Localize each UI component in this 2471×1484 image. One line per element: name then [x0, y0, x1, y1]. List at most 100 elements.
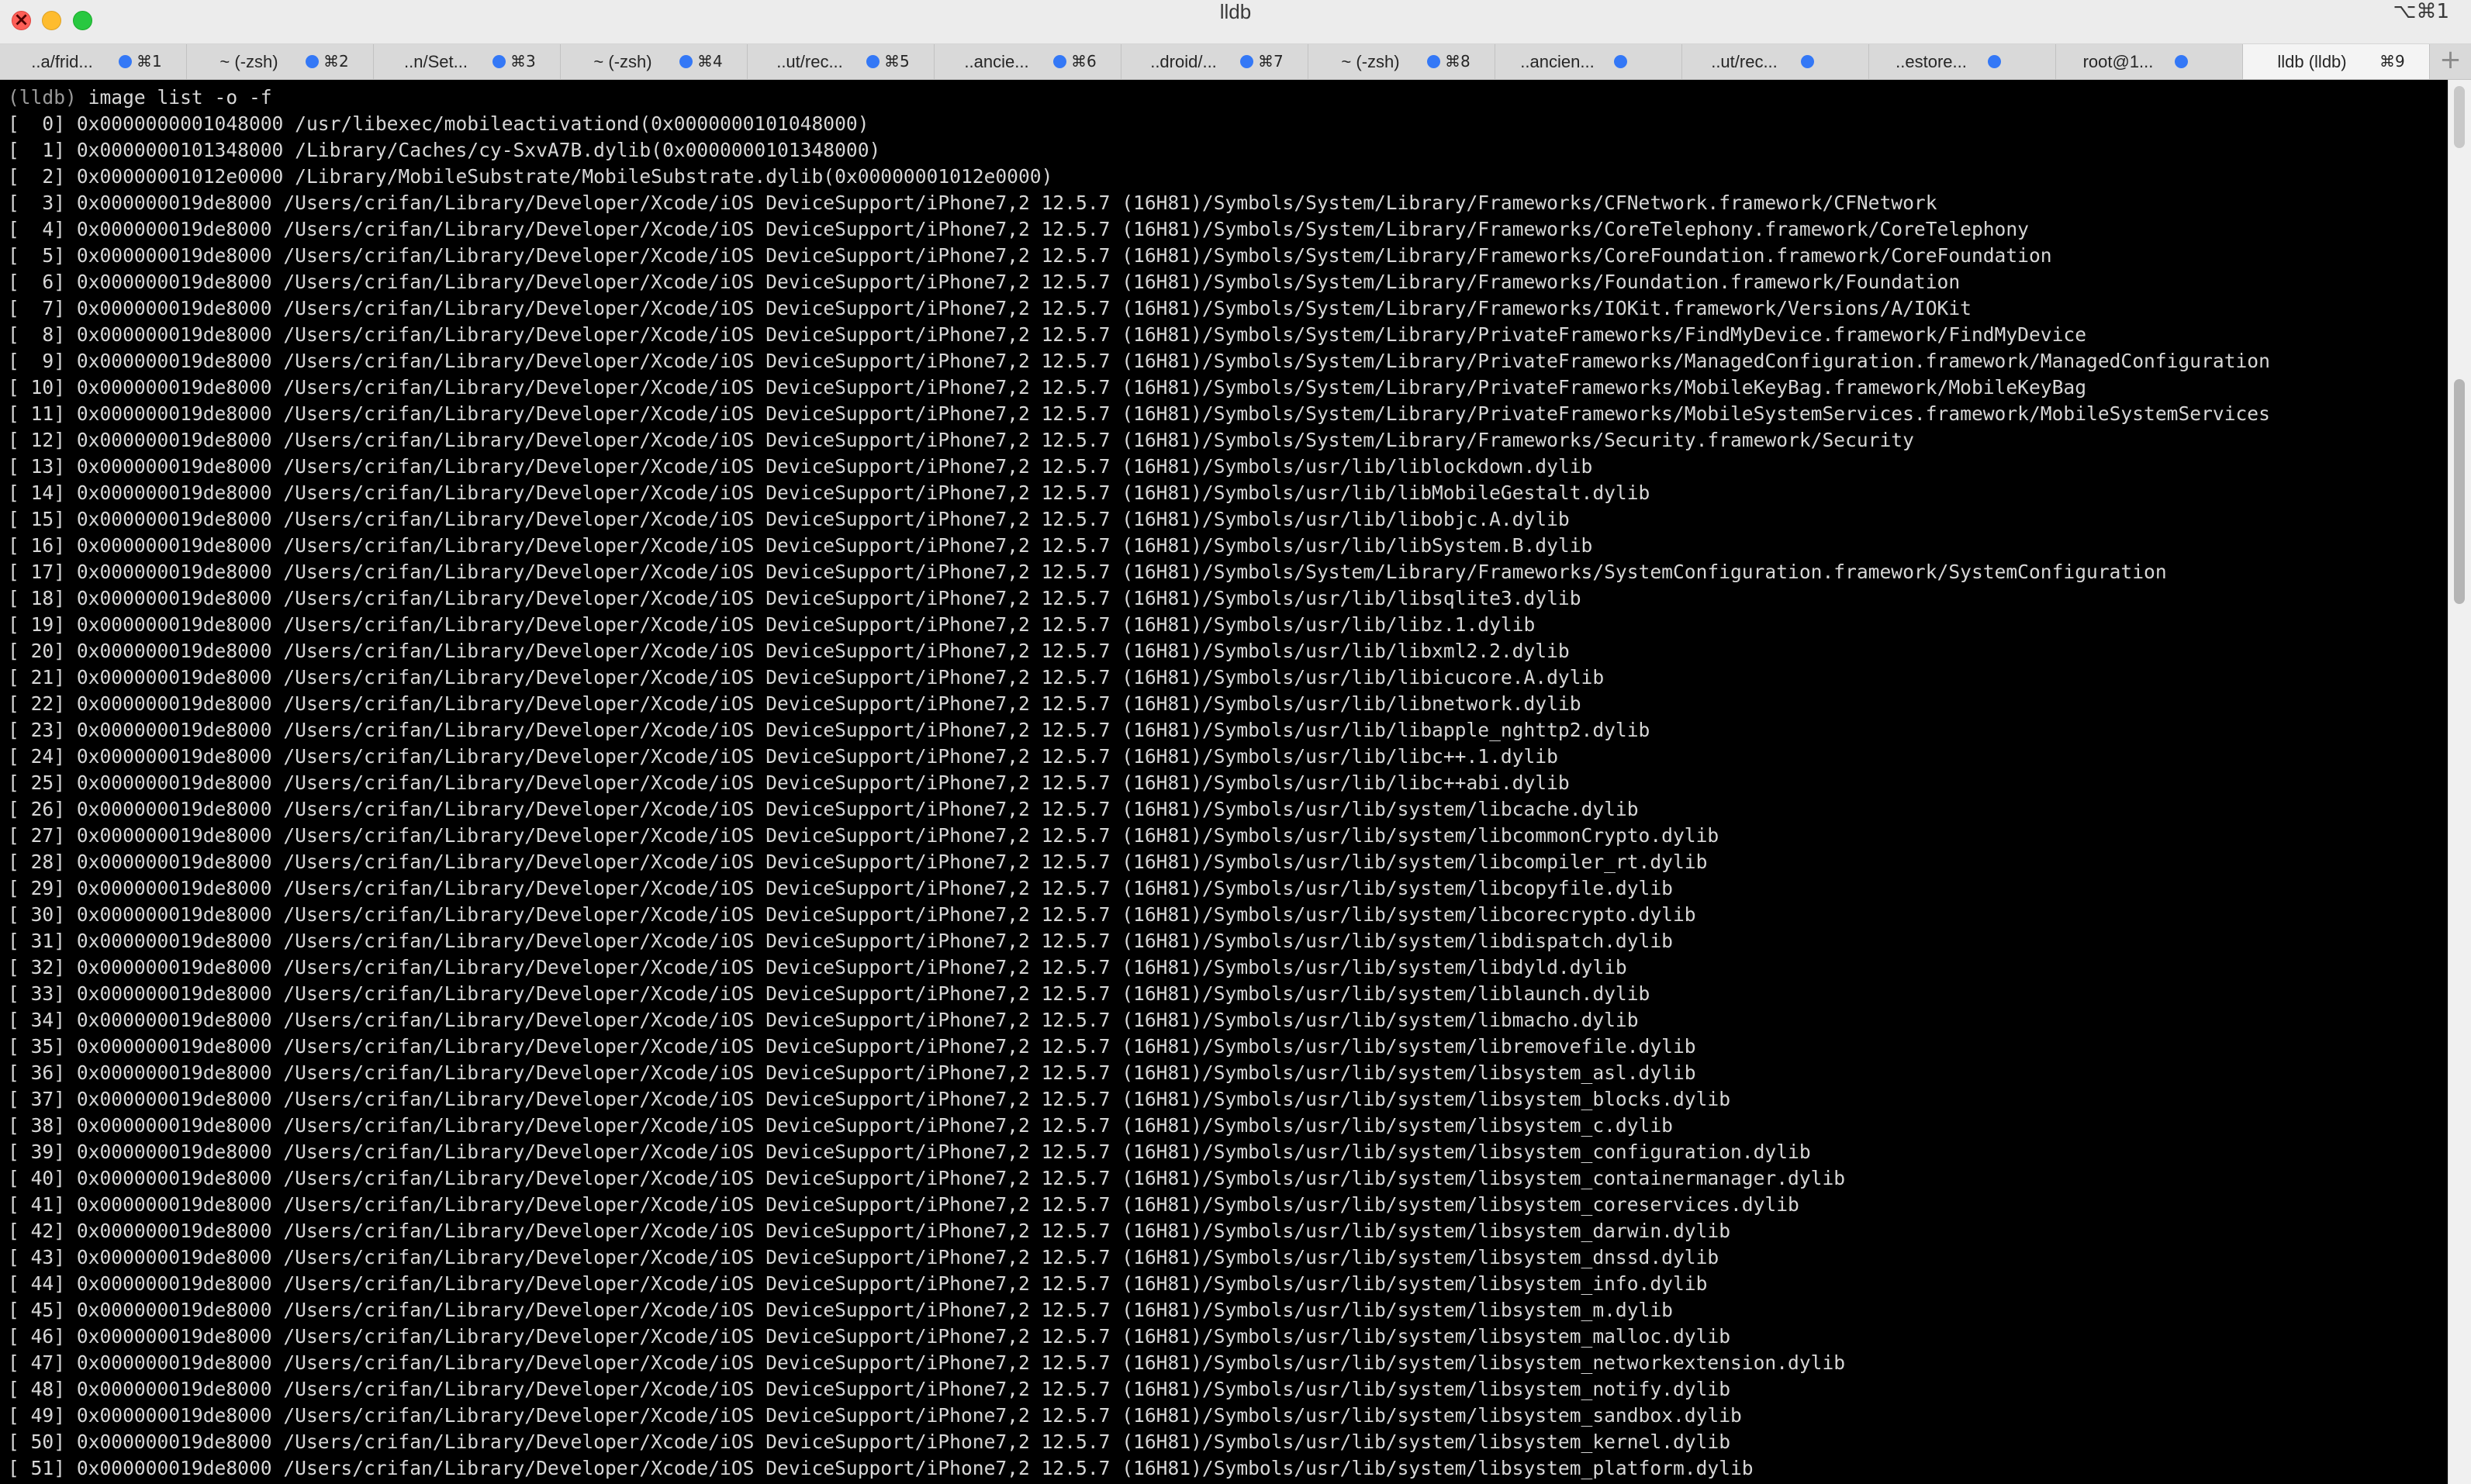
tab-6[interactable]: ..ancie... ⌘6	[935, 44, 1121, 79]
tab-title: ~ (-zsh)	[219, 52, 278, 71]
zoom-window-button[interactable]	[73, 11, 92, 30]
tab-shortcut	[1632, 44, 1672, 79]
scrollbar[interactable]	[2448, 80, 2471, 1484]
tab-activity-dot-icon	[119, 55, 132, 68]
tab-title: lldb (lldb)	[2277, 52, 2347, 71]
tab-activity-dot-icon	[492, 55, 506, 68]
output-line: [ 17] 0x000000019de8000 /Users/crifan/Li…	[8, 561, 2167, 583]
new-tab-button[interactable]: +	[2430, 44, 2471, 79]
title-bar[interactable]: lldb ⌥⌘1	[0, 0, 2471, 44]
output-line: [ 49] 0x000000019de8000 /Users/crifan/Li…	[8, 1404, 1742, 1427]
output-line: [ 34] 0x000000019de8000 /Users/crifan/Li…	[8, 1009, 1639, 1031]
tab-shortcut: ⌘7	[1258, 52, 1284, 71]
tab-shortcut: ⌘9	[2379, 52, 2405, 71]
output-line: [ 22] 0x000000019de8000 /Users/crifan/Li…	[8, 692, 1581, 715]
output-line: [ 48] 0x000000019de8000 /Users/crifan/Li…	[8, 1378, 1731, 1400]
tab-11[interactable]: ..estore...	[1869, 44, 2056, 79]
minimize-window-button[interactable]	[42, 11, 61, 30]
tab-shortcut: ⌘5	[884, 52, 910, 71]
tab-5[interactable]: ..ut/rec... ⌘5	[748, 44, 935, 79]
tab-activity-dot-icon	[1614, 55, 1627, 68]
tab-2[interactable]: ~ (-zsh) ⌘2	[187, 44, 374, 79]
output-line: [ 47] 0x000000019de8000 /Users/crifan/Li…	[8, 1351, 1846, 1374]
tab-activity-dot-icon	[306, 55, 319, 68]
tab-title: ~ (-zsh)	[593, 52, 652, 71]
output-line: [ 15] 0x000000019de8000 /Users/crifan/Li…	[8, 508, 1570, 530]
window-title: lldb	[1219, 0, 1252, 23]
tab-activity-dot-icon	[1427, 55, 1440, 68]
output-line: [ 29] 0x000000019de8000 /Users/crifan/Li…	[8, 877, 1673, 899]
output-line: [ 30] 0x000000019de8000 /Users/crifan/Li…	[8, 903, 1696, 926]
tab-13[interactable]: lldb (lldb) ⌘9	[2243, 44, 2430, 79]
tab-12[interactable]: root@1...	[2056, 44, 2243, 79]
output-line: [ 37] 0x000000019de8000 /Users/crifan/Li…	[8, 1088, 1731, 1110]
output-line: [ 44] 0x000000019de8000 /Users/crifan/Li…	[8, 1272, 1708, 1295]
output-line: [ 10] 0x000000019de8000 /Users/crifan/Li…	[8, 376, 2087, 399]
output-line: [ 36] 0x000000019de8000 /Users/crifan/Li…	[8, 1061, 1696, 1084]
output-line: [ 35] 0x000000019de8000 /Users/crifan/Li…	[8, 1035, 1696, 1058]
tab-title: ..estore...	[1896, 52, 1967, 71]
output-line: [ 32] 0x000000019de8000 /Users/crifan/Li…	[8, 956, 1627, 978]
tab-9[interactable]: ..ancien...	[1495, 44, 1682, 79]
output-line: [ 26] 0x000000019de8000 /Users/crifan/Li…	[8, 798, 1639, 820]
output-line: [ 1] 0x0000000101348000 /Library/Caches/…	[8, 139, 881, 161]
tab-activity-dot-icon	[866, 55, 880, 68]
output-line: [ 38] 0x000000019de8000 /Users/crifan/Li…	[8, 1114, 1673, 1137]
tab-shortcut: ⌘1	[137, 52, 162, 71]
tab-shortcut	[2193, 44, 2233, 79]
tab-shortcut: ⌘2	[323, 52, 349, 71]
scrollbar-thumb[interactable]	[2454, 379, 2465, 604]
output-line: [ 27] 0x000000019de8000 /Users/crifan/Li…	[8, 824, 1719, 847]
tab-activity-dot-icon	[1053, 55, 1066, 68]
output-line: [ 4] 0x000000019de8000 /Users/crifan/Lib…	[8, 218, 2029, 240]
output-line: [ 31] 0x000000019de8000 /Users/crifan/Li…	[8, 930, 1673, 952]
tab-title: ..n/Set...	[404, 52, 468, 71]
close-window-button[interactable]	[12, 9, 31, 30]
tab-title: ..a/frid...	[31, 52, 93, 71]
tab-bar: ..a/frid... ⌘1 ~ (-zsh) ⌘2 ..n/Set... ⌘3 ~ (-z…	[0, 44, 2471, 80]
tab-activity-dot-icon	[1988, 55, 2001, 68]
terminal-window: lldb ⌥⌘1 ..a/frid... ⌘1 ~ (-zsh) ⌘2 ..n/Set.…	[0, 0, 2471, 1484]
output-line: [ 20] 0x000000019de8000 /Users/crifan/Li…	[8, 640, 1570, 662]
tab-activity-dot-icon	[1240, 55, 1253, 68]
tab-3[interactable]: ..n/Set... ⌘3	[374, 44, 561, 79]
tab-10[interactable]: ..ut/rec...	[1682, 44, 1869, 79]
output-line: [ 42] 0x000000019de8000 /Users/crifan/Li…	[8, 1220, 1731, 1242]
scrollbar-top-thumb[interactable]	[2454, 86, 2465, 148]
output-line: [ 8] 0x000000019de8000 /Users/crifan/Lib…	[8, 323, 2087, 346]
output-line: [ 11] 0x000000019de8000 /Users/crifan/Li…	[8, 402, 2270, 425]
output-line: [ 6] 0x000000019de8000 /Users/crifan/Lib…	[8, 271, 1961, 293]
tab-title: ..ut/rec...	[776, 52, 843, 71]
tab-title: ..ut/rec...	[1711, 52, 1778, 71]
output-line: [ 12] 0x000000019de8000 /Users/crifan/Li…	[8, 429, 1914, 451]
output-line: [ 46] 0x000000019de8000 /Users/crifan/Li…	[8, 1325, 1731, 1348]
output-line: [ 13] 0x000000019de8000 /Users/crifan/Li…	[8, 455, 1593, 478]
tab-title: ..ancien...	[1520, 52, 1595, 71]
tab-shortcut: ⌘4	[697, 52, 723, 71]
tab-1[interactable]: ..a/frid... ⌘1	[0, 44, 187, 79]
command-text: image list -o -f	[76, 86, 272, 109]
output-line: [ 43] 0x000000019de8000 /Users/crifan/Li…	[8, 1246, 1719, 1268]
tab-4[interactable]: ~ (-zsh) ⌘4	[561, 44, 748, 79]
output-line: [ 51] 0x000000019de8000 /Users/crifan/Li…	[8, 1457, 1754, 1479]
output-line: [ 21] 0x000000019de8000 /Users/crifan/Li…	[8, 666, 1605, 689]
output-line: [ 14] 0x000000019de8000 /Users/crifan/Li…	[8, 481, 1650, 504]
tab-8[interactable]: ~ (-zsh) ⌘8	[1308, 44, 1495, 79]
output-line: [ 2] 0x00000001012e0000 /Library/MobileS…	[8, 165, 1053, 188]
command-line: (lldb) image list -o -f	[8, 85, 2448, 111]
window-shortcut: ⌥⌘1	[2393, 0, 2449, 23]
output-line: [ 45] 0x000000019de8000 /Users/crifan/Li…	[8, 1299, 1673, 1321]
tab-title: ..droid/...	[1150, 52, 1217, 71]
terminal-output[interactable]: (lldb) image list -o -f [ 0] 0x000000000…	[0, 80, 2448, 1484]
tab-activity-dot-icon	[1801, 55, 1814, 68]
tab-7[interactable]: ..droid/... ⌘7	[1121, 44, 1308, 79]
output-line: [ 23] 0x000000019de8000 /Users/crifan/Li…	[8, 719, 1650, 741]
tab-shortcut	[2006, 44, 2046, 79]
tab-activity-dot-icon	[679, 55, 693, 68]
output-lines: [ 0] 0x0000000001048000 /usr/libexec/mob…	[8, 111, 2448, 1482]
tab-title: ..ancie...	[964, 52, 1029, 71]
output-line: [ 5] 0x000000019de8000 /Users/crifan/Lib…	[8, 244, 2052, 267]
output-line: [ 16] 0x000000019de8000 /Users/crifan/Li…	[8, 534, 1593, 557]
tab-title: root@1...	[2082, 52, 2154, 71]
output-line: [ 24] 0x000000019de8000 /Users/crifan/Li…	[8, 745, 1558, 768]
